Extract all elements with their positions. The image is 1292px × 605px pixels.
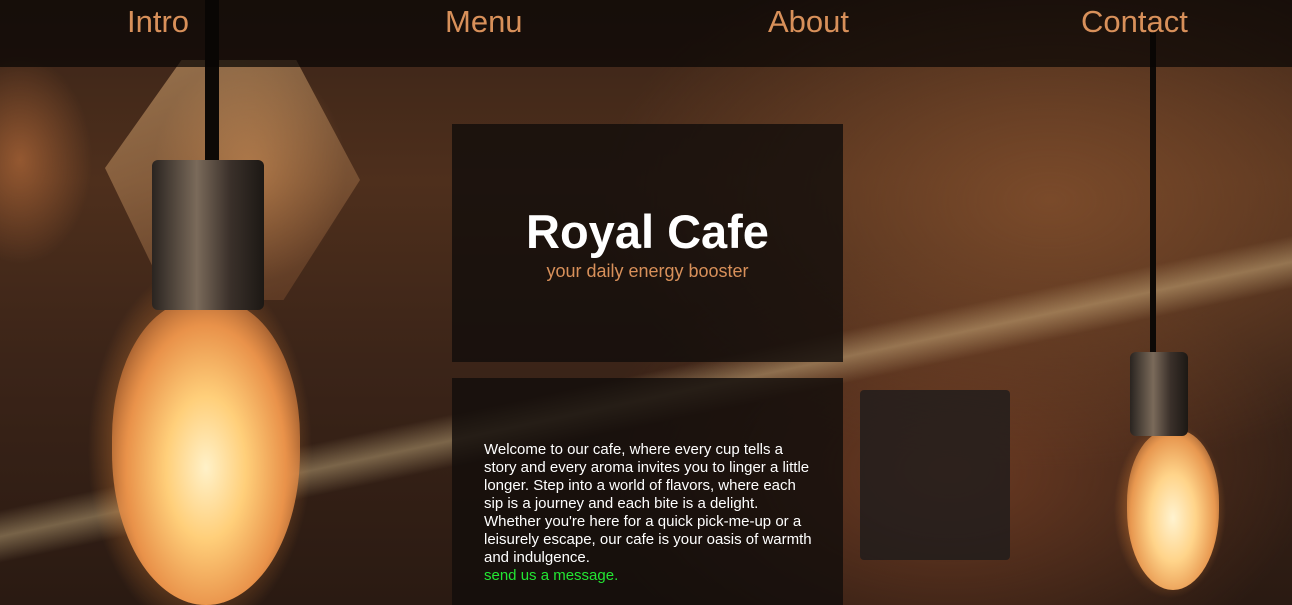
light-bulb-right — [1127, 430, 1219, 590]
send-message-link[interactable]: send us a message. — [484, 567, 813, 585]
welcome-card: Welcome to our cafe, where every cup tel… — [452, 378, 843, 605]
bulb-socket-left — [152, 160, 264, 310]
nav-link-intro[interactable]: Intro — [127, 4, 189, 40]
lamp-cord-right — [1150, 30, 1156, 360]
lamp-shade-decoration — [105, 60, 360, 300]
top-navigation: Intro Menu About Contact — [0, 0, 1292, 67]
nav-link-menu[interactable]: Menu — [445, 4, 523, 40]
site-title: Royal Cafe — [526, 205, 769, 258]
welcome-paragraph: Welcome to our cafe, where every cup tel… — [484, 441, 812, 566]
chalkboard-decoration — [860, 390, 1010, 560]
site-tagline: your daily energy booster — [546, 261, 749, 281]
nav-link-contact[interactable]: Contact — [1081, 4, 1188, 40]
nav-link-about[interactable]: About — [768, 4, 849, 40]
light-bulb-left — [112, 300, 300, 605]
bulb-socket-right — [1130, 352, 1188, 436]
hero-card: Royal Cafe your daily energy booster — [452, 124, 843, 362]
